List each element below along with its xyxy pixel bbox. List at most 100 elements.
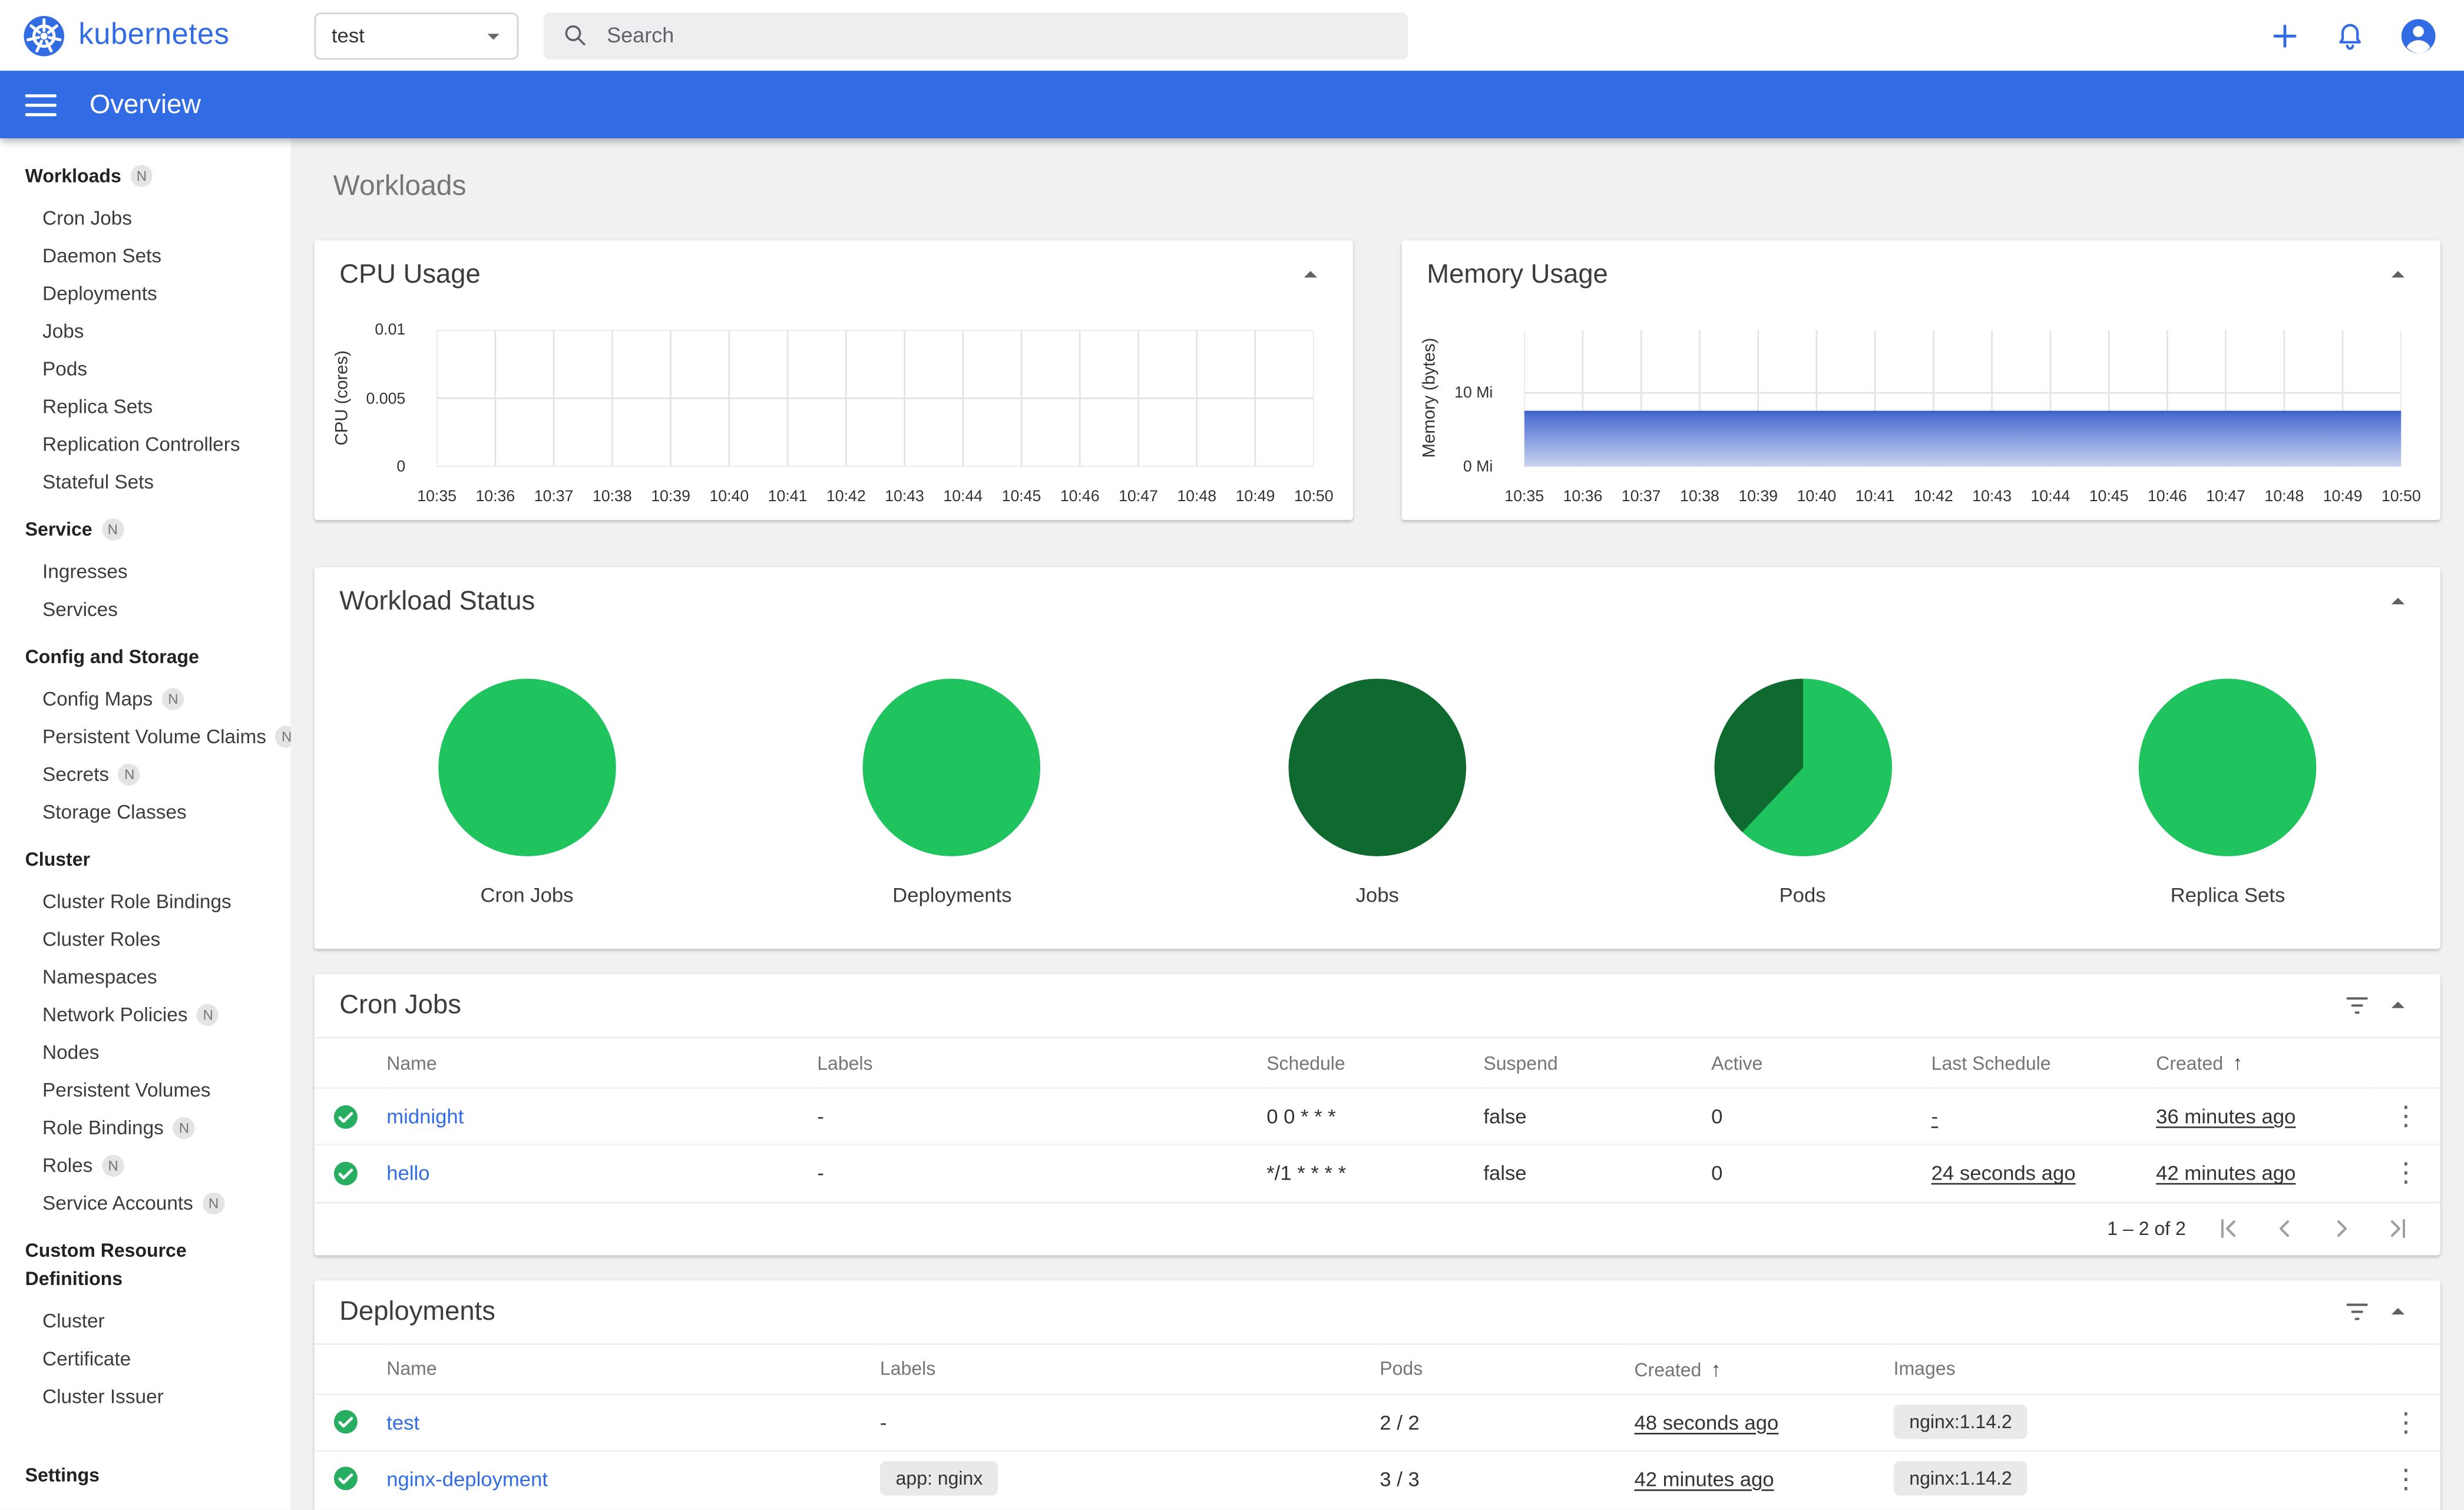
row-actions-kebab-icon[interactable]: ⋮ (2387, 1154, 2425, 1192)
filter-button[interactable] (2337, 1291, 2377, 1332)
collapse-button[interactable] (2377, 581, 2418, 622)
column-header-active[interactable]: Active (1711, 1037, 1931, 1088)
sidebar-item-cron-jobs[interactable]: Cron Jobs (0, 200, 291, 237)
pods-cell: 3 / 3 (1380, 1449, 1635, 1507)
sidebar-item-roles[interactable]: Roles N (0, 1147, 291, 1184)
sidebar-item-service-accounts[interactable]: Service Accounts N (0, 1184, 291, 1222)
pods-cell: 2 / 2 (1380, 1392, 1635, 1451)
sidebar-item-label: Workloads (25, 165, 121, 187)
resource-link[interactable]: hello (386, 1161, 429, 1185)
sidebar-item-pods[interactable]: Pods (0, 350, 291, 388)
sidebar-item-services[interactable]: Services (0, 591, 291, 628)
namespace-select[interactable]: test (314, 12, 519, 59)
sidebar-item-deployments[interactable]: Deployments (0, 275, 291, 313)
sidebar-item-storage-classes[interactable]: Storage Classes (0, 793, 291, 831)
sidebar-item-custom-resource-definitions[interactable]: Custom Resource Definitions (0, 1222, 291, 1302)
sidebar-item-certificate[interactable]: Certificate (0, 1340, 291, 1378)
sidebar-item-cluster[interactable]: Cluster (0, 831, 291, 883)
column-header-images[interactable]: Images (1893, 1342, 2372, 1394)
relative-time: 48 seconds ago (1634, 1410, 1779, 1434)
status-pie-chart (1288, 678, 1466, 856)
sidebar-item-about[interactable]: About (0, 1499, 291, 1510)
x-tick-label: 10:48 (2264, 488, 2304, 506)
sidebar-item-cluster[interactable]: Cluster (0, 1303, 291, 1340)
namespaced-badge: N (102, 1154, 124, 1177)
sidebar-item-stateful-sets[interactable]: Stateful Sets (0, 463, 291, 501)
arrow-up-icon (1304, 271, 1318, 278)
status-pie-chart (438, 678, 616, 856)
search-bar[interactable] (544, 12, 1408, 59)
row-actions-kebab-icon[interactable]: ⋮ (2387, 1403, 2425, 1441)
sidebar-item-cluster-role-bindings[interactable]: Cluster Role Bindings (0, 883, 291, 920)
sidebar-item-config-and-storage[interactable]: Config and Storage (0, 628, 291, 680)
column-label: Active (1711, 1052, 1763, 1074)
sidebar-item-persistent-volume-claims[interactable]: Persistent Volume Claims N (0, 718, 291, 756)
resource-link[interactable]: nginx-deployment (386, 1467, 548, 1491)
card-header: CPU Usage (315, 240, 1353, 309)
collapse-button[interactable] (2377, 254, 2418, 295)
user-avatar-icon[interactable] (2398, 15, 2439, 55)
sidebar-item-persistent-volumes[interactable]: Persistent Volumes (0, 1071, 291, 1109)
column-header-name[interactable]: Name (386, 1342, 880, 1394)
create-plus-icon[interactable] (2268, 18, 2303, 53)
sidebar-item-secrets[interactable]: Secrets N (0, 756, 291, 793)
column-header-created[interactable]: Created ↑ (1634, 1342, 1894, 1394)
notifications-bell-icon[interactable] (2334, 19, 2367, 52)
x-tick-label: 10:43 (885, 488, 924, 506)
sidebar-item-label: Ingresses (42, 561, 128, 583)
sidebar-item-label: Custom Resource Definitions (25, 1239, 187, 1290)
collapse-button[interactable] (1290, 254, 1331, 295)
actions-cell: ⋮ (2371, 1087, 2440, 1145)
column-header-schedule[interactable]: Schedule (1266, 1037, 1484, 1088)
column-header-suspend[interactable]: Suspend (1483, 1037, 1712, 1088)
sidebar-item-nodes[interactable]: Nodes (0, 1034, 291, 1071)
sidebar-item-label: Stateful Sets (42, 471, 154, 494)
collapse-button[interactable] (2377, 1291, 2418, 1332)
sidebar-item-workloads[interactable]: Workloads N (0, 148, 291, 200)
sort-ascending-icon: ↑ (1711, 1356, 1721, 1380)
actions-cell: ⋮ (2371, 1144, 2440, 1201)
filter-button[interactable] (2337, 985, 2377, 1026)
sidebar-item-daemon-sets[interactable]: Daemon Sets (0, 237, 291, 275)
column-header-last-schedule[interactable]: Last Schedule (1931, 1037, 2157, 1088)
last-page-button[interactable] (2384, 1214, 2412, 1243)
collapse-button[interactable] (2377, 985, 2418, 1026)
first-page-button[interactable] (2214, 1214, 2243, 1243)
row-actions-kebab-icon[interactable]: ⋮ (2387, 1097, 2425, 1135)
menu-hamburger-icon[interactable] (25, 93, 57, 116)
sidebar-item-role-bindings[interactable]: Role Bindings N (0, 1109, 291, 1147)
next-page-button[interactable] (2327, 1214, 2356, 1243)
search-input[interactable] (603, 22, 1390, 49)
arrow-up-icon (2391, 1001, 2405, 1008)
row-actions-kebab-icon[interactable]: ⋮ (2387, 1460, 2425, 1498)
resource-link[interactable]: test (386, 1410, 419, 1433)
sidebar-item-cluster-issuer[interactable]: Cluster Issuer (0, 1378, 291, 1416)
column-header-status (314, 1037, 387, 1088)
cpu-y-ticks: 0.01 0.005 0 (315, 322, 421, 476)
x-tick-label: 10:47 (2206, 488, 2245, 506)
status-pie-chart (2139, 678, 2317, 856)
sidebar-item-service[interactable]: Service N (0, 501, 291, 553)
sidebar-item-replica-sets[interactable]: Replica Sets (0, 388, 291, 426)
card-title: Workload Status (339, 586, 535, 616)
column-header-labels[interactable]: Labels (879, 1342, 1380, 1394)
sidebar-item-network-policies[interactable]: Network Policies N (0, 996, 291, 1034)
kubernetes-brand[interactable]: kubernetes (0, 14, 291, 58)
sidebar-item-cluster-roles[interactable]: Cluster Roles (0, 920, 291, 958)
previous-page-button[interactable] (2271, 1214, 2299, 1243)
sidebar-item-ingresses[interactable]: Ingresses (0, 553, 291, 591)
x-tick-label: 10:49 (2323, 488, 2363, 506)
relative-time: 42 minutes ago (2156, 1161, 2296, 1186)
sidebar-item-namespaces[interactable]: Namespaces (0, 958, 291, 996)
kubernetes-dashboard: kubernetes test Search Overview Workload… (0, 0, 2464, 1510)
resource-link[interactable]: midnight (386, 1104, 464, 1128)
column-header-name[interactable]: Name (386, 1037, 818, 1088)
sidebar-item-config-maps[interactable]: Config Maps N (0, 680, 291, 718)
sidebar-item-jobs[interactable]: Jobs (0, 313, 291, 350)
sidebar-item-settings[interactable]: Settings (0, 1447, 291, 1499)
column-header-created[interactable]: Created ↑ (2156, 1037, 2372, 1088)
arrow-up-icon (2391, 1307, 2405, 1314)
column-header-labels[interactable]: Labels (817, 1037, 1267, 1088)
column-header-pods[interactable]: Pods (1380, 1342, 1635, 1394)
sidebar-item-replication-controllers[interactable]: Replication Controllers (0, 426, 291, 463)
